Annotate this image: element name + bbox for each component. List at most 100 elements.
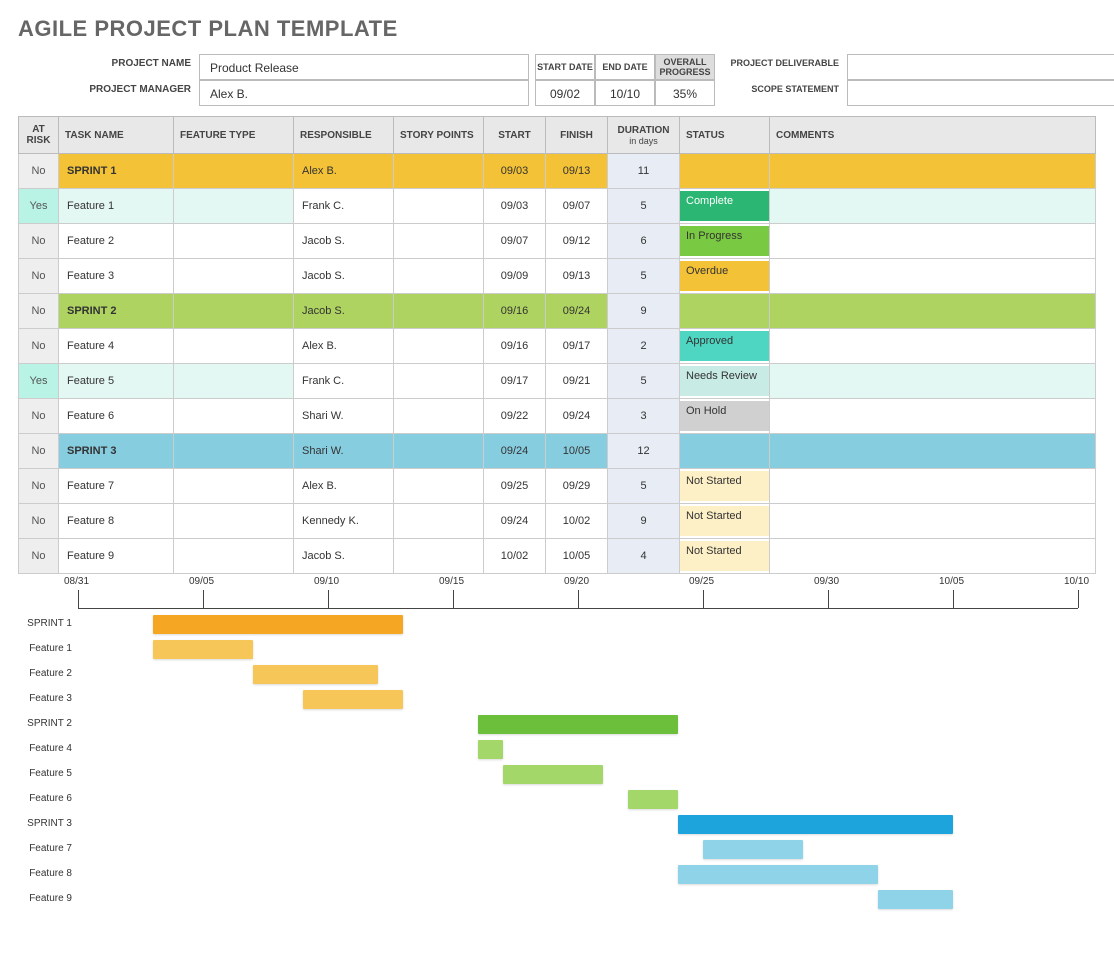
- cell-status[interactable]: Needs Review: [680, 364, 770, 399]
- cell-task[interactable]: Feature 1: [59, 189, 174, 224]
- end-date-field[interactable]: 10/10: [595, 80, 655, 106]
- cell-story-points[interactable]: [394, 434, 484, 469]
- cell-responsible[interactable]: Alex B.: [294, 329, 394, 364]
- cell-duration[interactable]: 6: [608, 224, 680, 259]
- th-feature-type[interactable]: FEATURE TYPE: [174, 117, 294, 154]
- table-row[interactable]: YesFeature 5Frank C.09/1709/215Needs Rev…: [19, 364, 1096, 399]
- start-date-field[interactable]: 09/02: [535, 80, 595, 106]
- cell-finish[interactable]: 09/17: [546, 329, 608, 364]
- table-row[interactable]: NoFeature 4Alex B.09/1609/172Approved: [19, 329, 1096, 364]
- gantt-bar[interactable]: [503, 765, 603, 784]
- cell-feature-type[interactable]: [174, 504, 294, 539]
- cell-story-points[interactable]: [394, 259, 484, 294]
- cell-finish[interactable]: 09/21: [546, 364, 608, 399]
- cell-finish[interactable]: 09/29: [546, 469, 608, 504]
- gantt-bar[interactable]: [878, 890, 953, 909]
- cell-finish[interactable]: 10/05: [546, 434, 608, 469]
- cell-start[interactable]: 09/16: [484, 294, 546, 329]
- cell-task[interactable]: Feature 3: [59, 259, 174, 294]
- project-name-field[interactable]: Product Release: [199, 54, 529, 80]
- cell-comments[interactable]: [770, 434, 1096, 469]
- cell-feature-type[interactable]: [174, 399, 294, 434]
- table-row[interactable]: YesFeature 1Frank C.09/0309/075Complete: [19, 189, 1096, 224]
- cell-start[interactable]: 09/17: [484, 364, 546, 399]
- cell-start[interactable]: 09/16: [484, 329, 546, 364]
- cell-status[interactable]: Not Started: [680, 504, 770, 539]
- cell-story-points[interactable]: [394, 399, 484, 434]
- cell-status[interactable]: [680, 154, 770, 189]
- cell-story-points[interactable]: [394, 294, 484, 329]
- cell-story-points[interactable]: [394, 329, 484, 364]
- cell-at-risk[interactable]: No: [19, 469, 59, 504]
- gantt-bar[interactable]: [678, 815, 953, 834]
- cell-duration[interactable]: 9: [608, 294, 680, 329]
- cell-story-points[interactable]: [394, 469, 484, 504]
- cell-comments[interactable]: [770, 399, 1096, 434]
- cell-start[interactable]: 09/24: [484, 504, 546, 539]
- cell-start[interactable]: 10/02: [484, 539, 546, 574]
- th-status[interactable]: STATUS: [680, 117, 770, 154]
- cell-comments[interactable]: [770, 189, 1096, 224]
- cell-task[interactable]: Feature 6: [59, 399, 174, 434]
- cell-feature-type[interactable]: [174, 364, 294, 399]
- th-task-name[interactable]: TASK NAME: [59, 117, 174, 154]
- cell-comments[interactable]: [770, 154, 1096, 189]
- cell-start[interactable]: 09/24: [484, 434, 546, 469]
- table-row[interactable]: NoFeature 2Jacob S.09/0709/126In Progres…: [19, 224, 1096, 259]
- cell-comments[interactable]: [770, 469, 1096, 504]
- gantt-bar[interactable]: [153, 615, 403, 634]
- cell-start[interactable]: 09/25: [484, 469, 546, 504]
- cell-at-risk[interactable]: Yes: [19, 189, 59, 224]
- cell-at-risk[interactable]: No: [19, 224, 59, 259]
- cell-duration[interactable]: 5: [608, 364, 680, 399]
- cell-start[interactable]: 09/03: [484, 189, 546, 224]
- cell-duration[interactable]: 5: [608, 469, 680, 504]
- th-at-risk[interactable]: AT RISK: [19, 117, 59, 154]
- gantt-bar[interactable]: [703, 840, 803, 859]
- cell-start[interactable]: 09/09: [484, 259, 546, 294]
- cell-at-risk[interactable]: No: [19, 539, 59, 574]
- cell-duration[interactable]: 2: [608, 329, 680, 364]
- cell-responsible[interactable]: Frank C.: [294, 364, 394, 399]
- cell-duration[interactable]: 11: [608, 154, 680, 189]
- cell-comments[interactable]: [770, 364, 1096, 399]
- cell-finish[interactable]: 10/05: [546, 539, 608, 574]
- cell-status[interactable]: [680, 294, 770, 329]
- project-deliverable-field[interactable]: [847, 54, 1114, 80]
- th-start[interactable]: START: [484, 117, 546, 154]
- cell-task[interactable]: Feature 7: [59, 469, 174, 504]
- table-row[interactable]: NoFeature 6Shari W.09/2209/243On Hold: [19, 399, 1096, 434]
- cell-at-risk[interactable]: No: [19, 294, 59, 329]
- cell-responsible[interactable]: Jacob S.: [294, 294, 394, 329]
- cell-finish[interactable]: 09/07: [546, 189, 608, 224]
- cell-status[interactable]: Not Started: [680, 539, 770, 574]
- table-row[interactable]: NoFeature 8Kennedy K.09/2410/029Not Star…: [19, 504, 1096, 539]
- cell-finish[interactable]: 10/02: [546, 504, 608, 539]
- th-story-points[interactable]: STORY POINTS: [394, 117, 484, 154]
- cell-story-points[interactable]: [394, 189, 484, 224]
- cell-duration[interactable]: 5: [608, 189, 680, 224]
- cell-story-points[interactable]: [394, 539, 484, 574]
- cell-at-risk[interactable]: No: [19, 434, 59, 469]
- gantt-bar[interactable]: [628, 790, 678, 809]
- cell-feature-type[interactable]: [174, 224, 294, 259]
- cell-story-points[interactable]: [394, 154, 484, 189]
- cell-feature-type[interactable]: [174, 294, 294, 329]
- cell-feature-type[interactable]: [174, 154, 294, 189]
- cell-comments[interactable]: [770, 259, 1096, 294]
- cell-finish[interactable]: 09/13: [546, 259, 608, 294]
- gantt-bar[interactable]: [478, 740, 503, 759]
- table-row[interactable]: NoSPRINT 2Jacob S.09/1609/249: [19, 294, 1096, 329]
- table-row[interactable]: NoSPRINT 1Alex B.09/0309/1311: [19, 154, 1096, 189]
- cell-comments[interactable]: [770, 504, 1096, 539]
- table-row[interactable]: NoFeature 7Alex B.09/2509/295Not Started: [19, 469, 1096, 504]
- gantt-bar[interactable]: [153, 640, 253, 659]
- cell-task[interactable]: SPRINT 2: [59, 294, 174, 329]
- cell-finish[interactable]: 09/12: [546, 224, 608, 259]
- cell-comments[interactable]: [770, 224, 1096, 259]
- th-comments[interactable]: COMMENTS: [770, 117, 1096, 154]
- cell-status[interactable]: On Hold: [680, 399, 770, 434]
- scope-statement-field[interactable]: [847, 80, 1114, 106]
- cell-duration[interactable]: 9: [608, 504, 680, 539]
- cell-task[interactable]: SPRINT 3: [59, 434, 174, 469]
